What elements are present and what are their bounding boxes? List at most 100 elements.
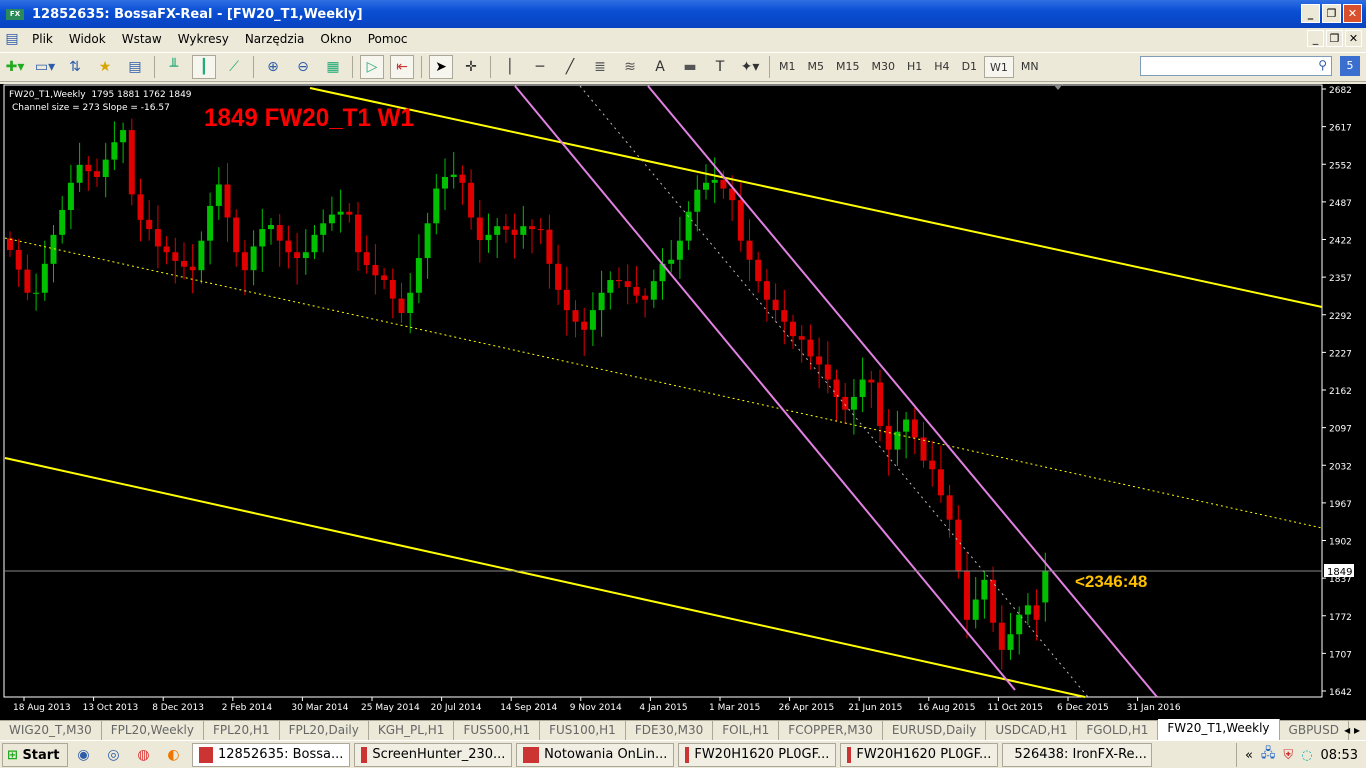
navigator-icon[interactable]: ★: [93, 55, 117, 79]
candle-body[interactable]: [424, 223, 431, 259]
label-icon[interactable]: ▬: [678, 55, 702, 79]
sync-icon[interactable]: ◌: [1301, 748, 1312, 763]
candle-body[interactable]: [920, 437, 927, 461]
candle-body[interactable]: [911, 419, 918, 438]
taskbar-item[interactable]: FW20H1620 PL0GF...: [678, 742, 837, 767]
candle-body[interactable]: [276, 225, 283, 241]
candlestick-icon[interactable]: ┃: [192, 55, 216, 79]
candle-body[interactable]: [181, 260, 187, 267]
candle-body[interactable]: [537, 229, 544, 231]
candle-body[interactable]: [885, 425, 892, 450]
candle-body[interactable]: [598, 292, 605, 311]
chart-tab[interactable]: EURUSD,Daily: [883, 721, 987, 740]
chart-tab[interactable]: FGOLD,H1: [1077, 721, 1159, 740]
candle-body[interactable]: [668, 259, 675, 264]
candle-body[interactable]: [589, 310, 596, 330]
candle-body[interactable]: [433, 188, 440, 224]
firefox-icon[interactable]: ◐: [161, 743, 185, 767]
candle-body[interactable]: [189, 266, 196, 271]
candle-body[interactable]: [154, 229, 161, 247]
timeframe-m30[interactable]: M30: [867, 56, 901, 78]
timeframe-h4[interactable]: H4: [929, 56, 954, 78]
zoom-out-icon[interactable]: ⊖: [291, 55, 315, 79]
candle-body[interactable]: [337, 211, 344, 215]
bar-chart-icon[interactable]: ╨: [162, 55, 186, 79]
timeframe-d1[interactable]: D1: [957, 56, 982, 78]
chart-tab[interactable]: KGH_PL,H1: [369, 721, 455, 740]
candle-body[interactable]: [389, 280, 396, 299]
taskbar-item[interactable]: FW20H1620 PL0GF...: [840, 742, 999, 767]
candle-body[interactable]: [241, 252, 248, 271]
candle-body[interactable]: [816, 356, 823, 365]
market-watch-icon[interactable]: ⇅: [63, 55, 87, 79]
text-label-icon[interactable]: T: [708, 55, 732, 79]
candle-body[interactable]: [755, 259, 762, 282]
taskbar-item[interactable]: 526438: IronFX-Re...: [1002, 742, 1153, 767]
candle-body[interactable]: [903, 419, 910, 432]
candle-body[interactable]: [511, 229, 518, 235]
candle-body[interactable]: [1033, 605, 1040, 620]
candle-body[interactable]: [250, 246, 257, 271]
candle-body[interactable]: [85, 164, 92, 172]
candle-body[interactable]: [146, 219, 153, 230]
cursor-icon[interactable]: ➤: [429, 55, 453, 79]
chart-tab[interactable]: FPL20,Weekly: [102, 721, 204, 740]
taskbar-item[interactable]: ScreenHunter_230...: [354, 742, 513, 767]
candle-body[interactable]: [990, 579, 997, 623]
candle-body[interactable]: [642, 295, 649, 300]
arrows-icon[interactable]: ✦▾: [738, 55, 762, 79]
candle-body[interactable]: [172, 252, 179, 261]
candle-body[interactable]: [607, 280, 614, 293]
zoom-in-icon[interactable]: ⊕: [261, 55, 285, 79]
candle-body[interactable]: [546, 229, 553, 264]
timeframe-h1[interactable]: H1: [902, 56, 927, 78]
chart-tab[interactable]: FPL20,Daily: [280, 721, 369, 740]
autoscroll-icon[interactable]: ▷: [360, 55, 384, 79]
profiles-icon[interactable]: ▭▾: [33, 55, 57, 79]
chart-tab[interactable]: GBPUSD: [1280, 721, 1349, 740]
channel-upper-line[interactable]: [309, 87, 1323, 308]
candle-body[interactable]: [476, 217, 483, 241]
candle-body[interactable]: [285, 240, 292, 253]
candle-body[interactable]: [268, 225, 274, 230]
candle-body[interactable]: [233, 217, 240, 253]
child-close-button[interactable]: ✕: [1345, 30, 1362, 47]
candle-body[interactable]: [224, 184, 231, 218]
browser-icon[interactable]: ◎: [101, 743, 125, 767]
candle-body[interactable]: [102, 159, 109, 177]
candle-body[interactable]: [1042, 571, 1049, 603]
candle-body[interactable]: [468, 182, 475, 218]
terminal-icon[interactable]: ▤: [123, 55, 147, 79]
candle-body[interactable]: [833, 379, 840, 397]
candle-body[interactable]: [711, 179, 718, 183]
candle-body[interactable]: [215, 184, 222, 206]
new-chart-icon[interactable]: ✚▾: [3, 55, 27, 79]
candle-body[interactable]: [128, 130, 135, 195]
help-button[interactable]: 5: [1340, 56, 1360, 76]
channel-mid-line[interactable]: [4, 237, 1323, 529]
trend-lower-line[interactable]: [514, 85, 1016, 691]
timeframe-m15[interactable]: M15: [831, 56, 865, 78]
chart-tab[interactable]: FUS100,H1: [540, 721, 626, 740]
candle-body[interactable]: [807, 339, 814, 357]
candle-body[interactable]: [633, 286, 640, 296]
candle-body[interactable]: [859, 379, 866, 397]
candle-body[interactable]: [1024, 605, 1031, 615]
chart-tab[interactable]: FUS500,H1: [454, 721, 541, 740]
candle-body[interactable]: [555, 263, 562, 290]
chart-tab[interactable]: FW20_T1,Weekly: [1158, 719, 1280, 740]
candle-body[interactable]: [572, 310, 579, 322]
candle-body[interactable]: [781, 310, 788, 322]
candle-body[interactable]: [15, 249, 22, 270]
candle-body[interactable]: [442, 176, 448, 189]
price-chart[interactable]: 2682 2617 2552 2487 2422 2357 2292 2227 2162 2097…: [0, 84, 1366, 720]
channel-icon[interactable]: ≣: [588, 55, 612, 79]
candle-body[interactable]: [398, 298, 405, 314]
taskbar-item[interactable]: Notowania OnLin...: [516, 742, 675, 767]
chart-tab[interactable]: FDE30,M30: [626, 721, 714, 740]
candle-body[interactable]: [824, 364, 831, 380]
candle-body[interactable]: [320, 223, 327, 235]
candle-body[interactable]: [1007, 634, 1014, 650]
timeframe-m1[interactable]: M1: [774, 56, 801, 78]
candle-body[interactable]: [703, 182, 709, 190]
